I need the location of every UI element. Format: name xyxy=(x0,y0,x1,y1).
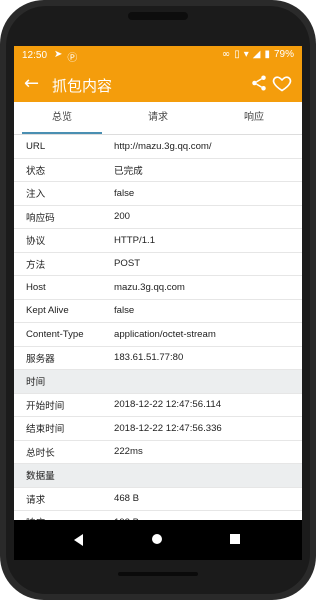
row-value: 200 xyxy=(114,211,131,223)
row-key: Kept Alive xyxy=(26,305,69,317)
row-value: application/octet-stream xyxy=(114,328,216,340)
status-left-icons: ➤ Ⓟ xyxy=(54,49,77,64)
tab-request[interactable]: 请求 xyxy=(110,102,206,134)
row-value: 已完成 xyxy=(114,165,143,177)
section-header-time: 时间 xyxy=(14,370,302,394)
row-status: 状态 已完成 xyxy=(14,159,302,182)
bottom-speaker xyxy=(118,572,198,576)
row-method: 方法 POST xyxy=(14,253,302,276)
row-key: 注入 xyxy=(26,189,46,201)
row-key: 协议 xyxy=(26,236,46,248)
p-icon: Ⓟ xyxy=(67,53,78,64)
row-key: 方法 xyxy=(26,259,46,271)
row-end-time: 结束时间 2018-12-22 12:47:56.336 xyxy=(14,417,302,441)
speaker-grille xyxy=(128,12,188,20)
row-key: 请求 xyxy=(26,494,46,506)
row-value: http://mazu.3g.qq.com/ xyxy=(114,140,212,152)
section-title: 时间 xyxy=(26,377,46,389)
row-value: false xyxy=(114,305,135,317)
row-start-time: 开始时间 2018-12-22 12:47:56.114 xyxy=(14,394,302,417)
row-injected: 注入 false xyxy=(14,182,302,206)
row-content-type: Content-Type application/octet-stream xyxy=(14,323,302,347)
app-bar: ← 抓包内容 xyxy=(14,66,302,102)
row-key: 开始时间 xyxy=(26,400,65,412)
signal-icon: ◢ xyxy=(252,49,261,60)
row-kept-alive: Kept Alive false xyxy=(14,300,302,323)
overview-list: URL http://mazu.3g.qq.com/ 状态 已完成 注入 false … xyxy=(14,135,302,535)
nav-back-icon[interactable] xyxy=(74,534,83,546)
row-protocol: 协议 HTTP/1.1 xyxy=(14,229,302,253)
status-right-icons: ∞ ▯ ▾ ◢ ▮ 79% xyxy=(222,49,294,60)
row-key: 状态 xyxy=(26,165,46,177)
heart-icon[interactable] xyxy=(272,73,292,97)
row-key: URL xyxy=(26,140,46,152)
status-bar: 12:50 ➤ Ⓟ ∞ ▯ ▾ ◢ ▮ 79% xyxy=(14,46,302,66)
tab-bar: 总览 请求 响应 xyxy=(14,102,302,135)
system-nav-bar xyxy=(14,520,302,560)
row-key: Host xyxy=(26,281,46,293)
navigation-icon: ➤ xyxy=(54,49,63,60)
row-value: 2018-12-22 12:47:56.336 xyxy=(114,422,222,434)
phone-device: 12:50 ➤ Ⓟ ∞ ▯ ▾ ◢ ▮ 79% ← 抓包内容 总览 请求 响应 … xyxy=(0,0,316,600)
row-response-code: 响应码 200 xyxy=(14,206,302,229)
row-key: 总时长 xyxy=(26,447,55,459)
row-duration: 总时长 222ms xyxy=(14,441,302,464)
section-header-data: 数据量 xyxy=(14,464,302,488)
battery-percent: 79% xyxy=(273,49,294,60)
screen: 12:50 ➤ Ⓟ ∞ ▯ ▾ ◢ ▮ 79% ← 抓包内容 总览 请求 响应 … xyxy=(14,46,302,560)
row-server: 服务器 183.61.51.77:80 xyxy=(14,347,302,370)
row-value: 222ms xyxy=(114,446,143,458)
row-value: false xyxy=(114,187,135,199)
page-title: 抓包内容 xyxy=(52,77,113,95)
section-title: 数据量 xyxy=(26,471,55,483)
row-host: Host mazu.3g.qq.com xyxy=(14,276,302,300)
battery-icon: ▮ xyxy=(264,49,270,60)
row-key: Content-Type xyxy=(26,328,84,340)
row-key: 服务器 xyxy=(26,353,55,365)
row-value: 183.61.51.77:80 xyxy=(114,352,184,364)
row-value: mazu.3g.qq.com xyxy=(114,281,185,293)
row-key: 结束时间 xyxy=(26,424,65,436)
row-value: 468 B xyxy=(114,493,140,505)
row-request-size: 请求 468 B xyxy=(14,488,302,511)
row-url: URL http://mazu.3g.qq.com/ xyxy=(14,135,302,159)
wifi-icon: ▾ xyxy=(243,49,249,60)
row-value: 2018-12-22 12:47:56.114 xyxy=(114,399,222,411)
arrow-back-icon[interactable]: ← xyxy=(24,73,39,94)
link-icon: ∞ xyxy=(221,49,231,60)
row-value: POST xyxy=(114,258,141,270)
row-value: HTTP/1.1 xyxy=(114,234,156,246)
status-time: 12:50 xyxy=(22,50,48,61)
share-icon[interactable] xyxy=(250,74,268,96)
nav-home-icon[interactable] xyxy=(152,534,162,544)
nav-recents-icon[interactable] xyxy=(230,534,240,544)
row-key: 响应码 xyxy=(26,212,55,224)
tab-overview[interactable]: 总览 xyxy=(14,102,110,134)
vibrate-icon: ▯ xyxy=(234,49,240,60)
tab-response[interactable]: 响应 xyxy=(206,102,302,134)
